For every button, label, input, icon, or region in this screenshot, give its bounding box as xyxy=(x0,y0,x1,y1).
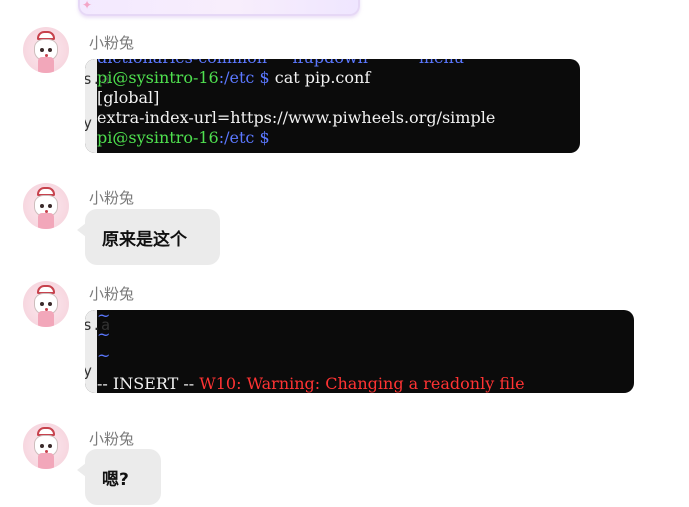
terminal-line: extra-index-url=https://www.piwheels.org… xyxy=(97,108,496,127)
avatar[interactable] xyxy=(23,423,69,469)
sparkle-icon: ✦ xyxy=(82,0,93,12)
sticker-image[interactable]: ✦ xyxy=(78,0,360,16)
terminal-line: ~ xyxy=(97,325,111,344)
sender-name: 小粉兔 xyxy=(89,34,135,52)
chat-area: ✦ 小粉兔 s.a y dictionaries-common ifupdown… xyxy=(0,0,689,507)
message-bubble[interactable]: 原来是这个 xyxy=(77,209,220,265)
sender-name: 小粉兔 xyxy=(89,285,135,303)
terminal-screenshot-image[interactable]: s.a y dictionaries-common ifupdown menu … xyxy=(85,59,580,153)
terminal-text: dictionaries-common ifupdown menu pi@sys… xyxy=(97,59,580,153)
avatar[interactable] xyxy=(23,27,69,73)
terminal-line: [global] xyxy=(97,88,160,107)
side-fragment: y xyxy=(85,362,93,380)
terminal-line: pi@sysintro-16:/etc $ cat pip.conf xyxy=(97,68,371,87)
terminal-text: ~ ~ ~ -- INSERT -- W10: Warning: Changin… xyxy=(97,310,634,393)
side-fragment: y xyxy=(85,114,93,132)
message-text: 原来是这个 xyxy=(102,229,187,250)
message-text: 嗯? xyxy=(102,469,129,490)
terminal-line: dictionaries-common ifupdown menu xyxy=(97,59,464,68)
sender-name: 小粉兔 xyxy=(89,189,135,207)
terminal-line: -- INSERT -- W10: Warning: Changing a re… xyxy=(97,374,525,393)
avatar[interactable] xyxy=(23,183,69,229)
avatar[interactable] xyxy=(23,281,69,327)
terminal-line: ~ xyxy=(97,346,111,365)
terminal-line: ~ xyxy=(97,310,111,325)
sender-name: 小粉兔 xyxy=(89,430,135,448)
terminal-line: pi@sysintro-16:/etc $ xyxy=(97,128,270,147)
vim-screenshot-image[interactable]: s.a y ~ ~ ~ -- INSERT -- W10: Warning: C… xyxy=(85,310,634,393)
message-bubble[interactable]: 嗯? xyxy=(77,449,161,505)
